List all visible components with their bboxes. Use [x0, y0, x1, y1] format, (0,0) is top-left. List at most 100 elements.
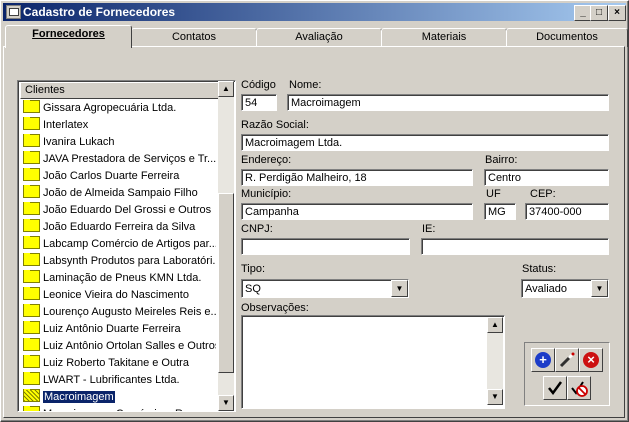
- tab-documentos[interactable]: Documentos: [506, 28, 628, 47]
- cnpj-label: CNPJ:: [241, 223, 273, 235]
- scroll-up-button[interactable]: ▲: [218, 81, 234, 97]
- razao-social-field[interactable]: Macroimagem Ltda.: [241, 134, 609, 151]
- cancel-check-icon: [571, 381, 588, 397]
- cnpj-field[interactable]: [241, 238, 410, 255]
- list-item-label: Gissara Agropecuária Ltda.: [43, 102, 177, 114]
- list-header[interactable]: Clientes: [20, 82, 222, 99]
- uf-field[interactable]: MG: [484, 203, 516, 220]
- list-item-label: Luiz Roberto Takitane e Outra: [43, 357, 189, 369]
- x-circle-icon: ×: [583, 352, 599, 368]
- folder-icon: [23, 321, 40, 334]
- tipo-select[interactable]: SQ ▼: [241, 279, 409, 298]
- memo-scroll-down-button[interactable]: ▼: [487, 389, 503, 405]
- plus-icon: +: [535, 352, 551, 368]
- action-buttons-group: + ×: [524, 342, 610, 406]
- bairro-label: Bairro:: [485, 154, 518, 166]
- list-item[interactable]: Ivanira Lukach: [20, 134, 216, 150]
- list-item[interactable]: LWART - Lubrificantes Ltda.: [20, 372, 216, 388]
- ie-label: IE:: [422, 223, 436, 235]
- list-item[interactable]: Laminação de Pneus KMN Ltda.: [20, 270, 216, 286]
- memo-scroll-up-button[interactable]: ▲: [487, 317, 503, 333]
- list-item-label: Leonice Vieira do Nascimento: [43, 289, 189, 301]
- list-item[interactable]: João Eduardo Del Grossi e Outros: [20, 202, 216, 218]
- list-item[interactable]: Lourenço Augusto Meireles Reis e...: [20, 304, 216, 320]
- scroll-thumb[interactable]: [218, 193, 234, 373]
- list-item[interactable]: Labsynth Produtos para Laboratóri...: [20, 253, 216, 269]
- list-item[interactable]: Interlatex: [20, 117, 216, 133]
- list-item[interactable]: JAVA Prestadora de Serviços e Tr...: [20, 151, 216, 167]
- list-item-label: JAVA Prestadora de Serviços e Tr...: [43, 153, 216, 165]
- list-item-label: Lourenço Augusto Meireles Reis e...: [43, 306, 216, 318]
- observacoes-memo[interactable]: ▲ ▼: [241, 315, 505, 409]
- add-button[interactable]: +: [531, 348, 555, 372]
- cancel-button[interactable]: [567, 376, 591, 400]
- tab-materiais[interactable]: Materiais: [381, 28, 507, 47]
- folder-icon: [23, 202, 40, 215]
- confirm-button[interactable]: [543, 376, 567, 400]
- tipo-dropdown-button[interactable]: ▼: [391, 280, 408, 297]
- endereco-field[interactable]: R. Perdigão Malheiro, 18: [241, 169, 473, 186]
- close-button[interactable]: ×: [608, 5, 626, 21]
- window-title: Cadastro de Fornecedores: [23, 5, 176, 19]
- checkmark-icon: [548, 381, 563, 396]
- list-item[interactable]: Leonice Vieira do Nascimento: [20, 287, 216, 303]
- list-item[interactable]: Macroimagem Comércio e Representações Lt…: [20, 406, 216, 411]
- delete-button[interactable]: ×: [579, 348, 603, 372]
- tab-avaliacao[interactable]: Avaliação: [256, 28, 382, 47]
- nome-field[interactable]: Macroimagem: [287, 94, 609, 111]
- title-bar[interactable]: Cadastro de Fornecedores _ □ ×: [3, 3, 626, 21]
- folder-icon: [23, 134, 40, 147]
- list-item-label: Laminação de Pneus KMN Ltda.: [43, 272, 202, 284]
- folder-icon: [23, 236, 40, 249]
- list-item[interactable]: João Carlos Duarte Ferreira: [20, 168, 216, 184]
- folder-icon: [23, 304, 40, 317]
- municipio-field[interactable]: Campanha: [241, 203, 473, 220]
- list-item-label: Macroimagem: [43, 391, 115, 403]
- cep-label: CEP:: [530, 188, 556, 200]
- list-item-label: Interlatex: [43, 119, 89, 131]
- list-item[interactable]: Macroimagem: [20, 389, 216, 405]
- list-item-label: Luiz Antônio Ortolan Salles e Outros: [43, 340, 216, 352]
- bairro-field[interactable]: Centro: [484, 169, 609, 186]
- list-scrollbar[interactable]: ▲ ▼: [218, 81, 234, 411]
- status-select[interactable]: Avaliado ▼: [521, 279, 609, 298]
- tab-fornecedores[interactable]: Fornecedores: [5, 25, 132, 48]
- list-item[interactable]: João Eduardo Ferreira da Silva: [20, 219, 216, 235]
- list-item-label: LWART - Lubrificantes Ltda.: [43, 374, 180, 386]
- wand-icon: [559, 352, 575, 368]
- status-dropdown-button[interactable]: ▼: [591, 280, 608, 297]
- folder-icon: [23, 287, 40, 300]
- ie-field[interactable]: [421, 238, 609, 255]
- cep-field[interactable]: 37400-000: [525, 203, 609, 220]
- memo-scrollbar[interactable]: ▲ ▼: [487, 317, 503, 405]
- list-item-label: Labcamp Comércio de Artigos par...: [43, 238, 216, 250]
- list-item[interactable]: Gissara Agropecuária Ltda.: [20, 100, 216, 116]
- supplier-list[interactable]: Clientes Gissara Agropecuária Ltda. Inter…: [17, 80, 236, 412]
- folder-icon: [23, 168, 40, 181]
- list-item-label: João Carlos Duarte Ferreira: [43, 170, 180, 182]
- tab-contatos[interactable]: Contatos: [131, 28, 257, 47]
- list-item[interactable]: João de Almeida Sampaio Filho: [20, 185, 216, 201]
- list-item[interactable]: Luiz Antônio Duarte Ferreira: [20, 321, 216, 337]
- nome-label: Nome:: [289, 79, 322, 91]
- folder-icon: [23, 253, 40, 266]
- main-window: Cadastro de Fornecedores _ □ × Fornecedo…: [0, 0, 629, 422]
- folder-icon: [23, 406, 40, 411]
- edit-button[interactable]: [555, 348, 579, 372]
- list-item[interactable]: Labcamp Comércio de Artigos par...: [20, 236, 216, 252]
- tab-strip: Fornecedores Contatos Avaliação Materiai…: [3, 25, 628, 48]
- list-item-label: Labsynth Produtos para Laboratóri...: [43, 255, 216, 267]
- codigo-field[interactable]: 54: [241, 94, 277, 111]
- list-item-label: João Eduardo Del Grossi e Outros: [43, 204, 212, 216]
- uf-label: UF: [486, 188, 501, 200]
- folder-icon: [23, 355, 40, 368]
- list-item-label: João de Almeida Sampaio Filho: [43, 187, 198, 199]
- list-item[interactable]: Luiz Roberto Takitane e Outra: [20, 355, 216, 371]
- folder-icon: [23, 185, 40, 198]
- scroll-down-button[interactable]: ▼: [218, 395, 234, 411]
- maximize-button[interactable]: □: [590, 5, 608, 21]
- folder-icon: [23, 270, 40, 283]
- endereco-label: Endereço:: [241, 154, 292, 166]
- tipo-label: Tipo:: [241, 263, 266, 275]
- list-item[interactable]: Luiz Antônio Ortolan Salles e Outros: [20, 338, 216, 354]
